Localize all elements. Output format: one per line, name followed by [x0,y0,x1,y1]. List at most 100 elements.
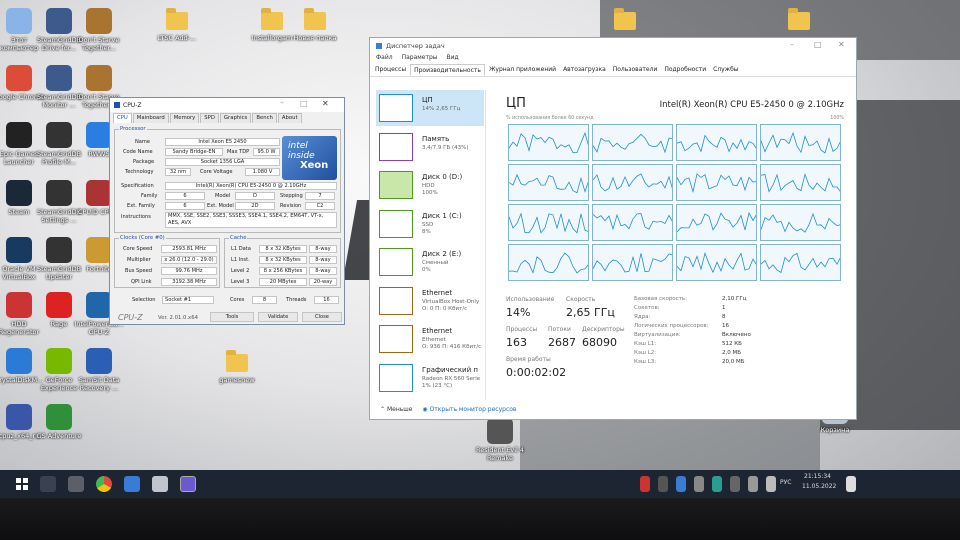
shortcut-icon [86,65,112,91]
sidebar-item-t2: 14% 2,65 ГГц [422,106,461,112]
sidebar-item[interactable]: Графический п Radeon RX 560 Serie 1% (23 °… [376,360,484,396]
tab-graphics[interactable]: Graphics [219,113,252,123]
clock-date[interactable]: 11.05.2022 [802,483,836,490]
sidebar-thumbnail [379,286,413,315]
notifications-icon[interactable] [846,476,856,492]
shortcut-icon [6,65,32,91]
close-icon[interactable]: ✕ [322,99,329,108]
tray-app-icon[interactable] [712,476,722,492]
spec-label: Базовая скорость: [634,296,687,302]
cpuz-taskbar-icon[interactable] [180,476,196,492]
tab-mainboard[interactable]: Mainboard [132,113,169,123]
chevron-up-icon[interactable]: ⌃ [380,406,385,413]
desktop-shortcut[interactable]: SamSit Data Recovery ... [72,348,126,406]
cpuz-title: CPU-Z [123,101,142,109]
calculator-icon[interactable] [68,476,84,492]
perf-sidebar: ЦП 14% 2,65 ГГц Память 3,4/7,9 ГБ (43%) Диск… [372,90,486,400]
task-view-icon[interactable] [40,476,56,492]
volume-icon[interactable] [766,476,776,492]
maximize-icon[interactable]: □ [814,40,822,49]
sidebar-item[interactable]: Диск 2 (E:) Сменный 0% [376,244,484,280]
folder-icon [788,8,810,30]
cpu-panel: ЦП Intel(R) Xeon(R) CPU E5-2450 0 @ 2.10… [494,90,854,400]
shortcut-icon [6,237,32,263]
sidebar-item-t2: Ethernet [422,337,446,343]
menu-view[interactable]: Вид [447,54,459,64]
tab-users[interactable]: Пользователи [610,64,661,76]
cpu-panel-title: ЦП [506,96,526,111]
resident-evil-icon[interactable]: Resident Evil 4 Remake [470,418,530,476]
close-button[interactable]: Close [302,312,342,322]
core-utilization-line [509,173,588,194]
tab-about[interactable]: About [277,113,302,123]
task-manager-taskbar-icon[interactable] [124,476,140,492]
threads-value: 2687 [548,336,576,349]
core-utilization-line [509,252,588,274]
core-graph [676,244,757,281]
cpuz-version: Ver. 2.01.0.x64 [158,315,198,321]
uptime-label: Время работы [506,356,551,363]
tab-spd[interactable]: SPD [200,113,219,123]
menu-options[interactable]: Параметры [402,54,438,64]
language-indicator[interactable]: РУС [780,479,791,486]
shortcut-icon [6,180,32,206]
maximize-icon[interactable]: □ [300,99,308,108]
open-resource-monitor-link[interactable]: Открыть монитор ресурсов [430,406,517,413]
sidebar-thumbnail [379,325,413,353]
selection-dropdown[interactable]: Socket #1 [162,296,214,304]
core-utilization-line [593,213,672,231]
sidebar-item[interactable]: Ethernet VirtualBox Host-Only О: 0 П: 0 Кб… [376,283,484,319]
clock-time[interactable]: 21:15:34 [804,473,831,480]
desktop-shortcut[interactable]: Don't Starve Together... [72,8,126,66]
desktop-folder[interactable]: Новая папка [288,8,342,66]
core-graph [508,204,589,241]
sidebar-item[interactable]: Диск 1 (C:) SSD 8% [376,206,484,242]
tab-performance[interactable]: Производительность [410,64,485,76]
spec-value: 1 [722,305,726,311]
shortcut-icon [46,65,72,91]
minimize-icon[interactable]: – [280,98,284,107]
tab-cpu[interactable]: CPU [113,113,132,123]
validate-button[interactable]: Validate [258,312,298,322]
stepping-label: Stepping [280,193,303,199]
utilization-caption: % использования более 60 секунд [506,116,594,121]
sidebar-item[interactable]: Ethernet Ethernet О: 936 П: 416 Кбит/с [376,321,484,357]
l1-inst-value: 8 x 32 KBytes [259,256,307,264]
tab-bench[interactable]: Bench [252,113,277,123]
cores-value: 8 [252,296,277,304]
tab-app-history[interactable]: Журнал приложений [486,64,559,76]
start-icon[interactable] [14,476,30,492]
network-icon[interactable] [748,476,758,492]
core-utilization-line [593,133,672,154]
ext-model-value: 2D [235,202,275,210]
desktop-folder[interactable]: LTSC Add-... [150,8,204,66]
explorer-icon[interactable] [152,476,168,492]
folder-icon [166,8,188,30]
sidebar-item[interactable]: ЦП 14% 2,65 ГГц [376,90,484,126]
desktop-folder[interactable]: gamesnew [210,350,264,408]
tray-app-icon[interactable] [676,476,686,492]
fewer-details-link[interactable]: Меньше [387,406,413,413]
tab-details[interactable]: Подробности [661,64,709,76]
tab-startup[interactable]: Автозагрузка [560,64,609,76]
minimize-icon[interactable]: – [790,40,794,49]
core-voltage-value: 1.080 V [245,168,280,176]
chrome-icon[interactable] [96,476,112,492]
tray-app-icon[interactable] [694,476,704,492]
tab-processes[interactable]: Процессы [372,64,409,76]
tab-services[interactable]: Службы [710,64,741,76]
tray-app-icon[interactable] [730,476,740,492]
tray-app-icon[interactable] [640,476,650,492]
tools-button[interactable]: Tools [210,312,254,322]
sidebar-item[interactable]: Диск 0 (D:) HDD 100% [376,167,484,203]
tab-memory[interactable]: Memory [169,113,200,123]
menu-file[interactable]: Файл [376,54,393,64]
desktop-shortcut[interactable]: GS Adventure [32,404,86,462]
max-tdp-value: 95.0 W [253,148,280,156]
cache-legend: Cache [229,235,248,241]
tray-app-icon[interactable] [658,476,668,492]
sidebar-thumbnail [379,94,413,122]
task-manager-window: Диспетчер задач – □ ✕ Файл Параметры Вид… [369,37,857,420]
sidebar-item[interactable]: Память 3,4/7,9 ГБ (43%) [376,129,484,165]
close-icon[interactable]: ✕ [838,40,845,49]
